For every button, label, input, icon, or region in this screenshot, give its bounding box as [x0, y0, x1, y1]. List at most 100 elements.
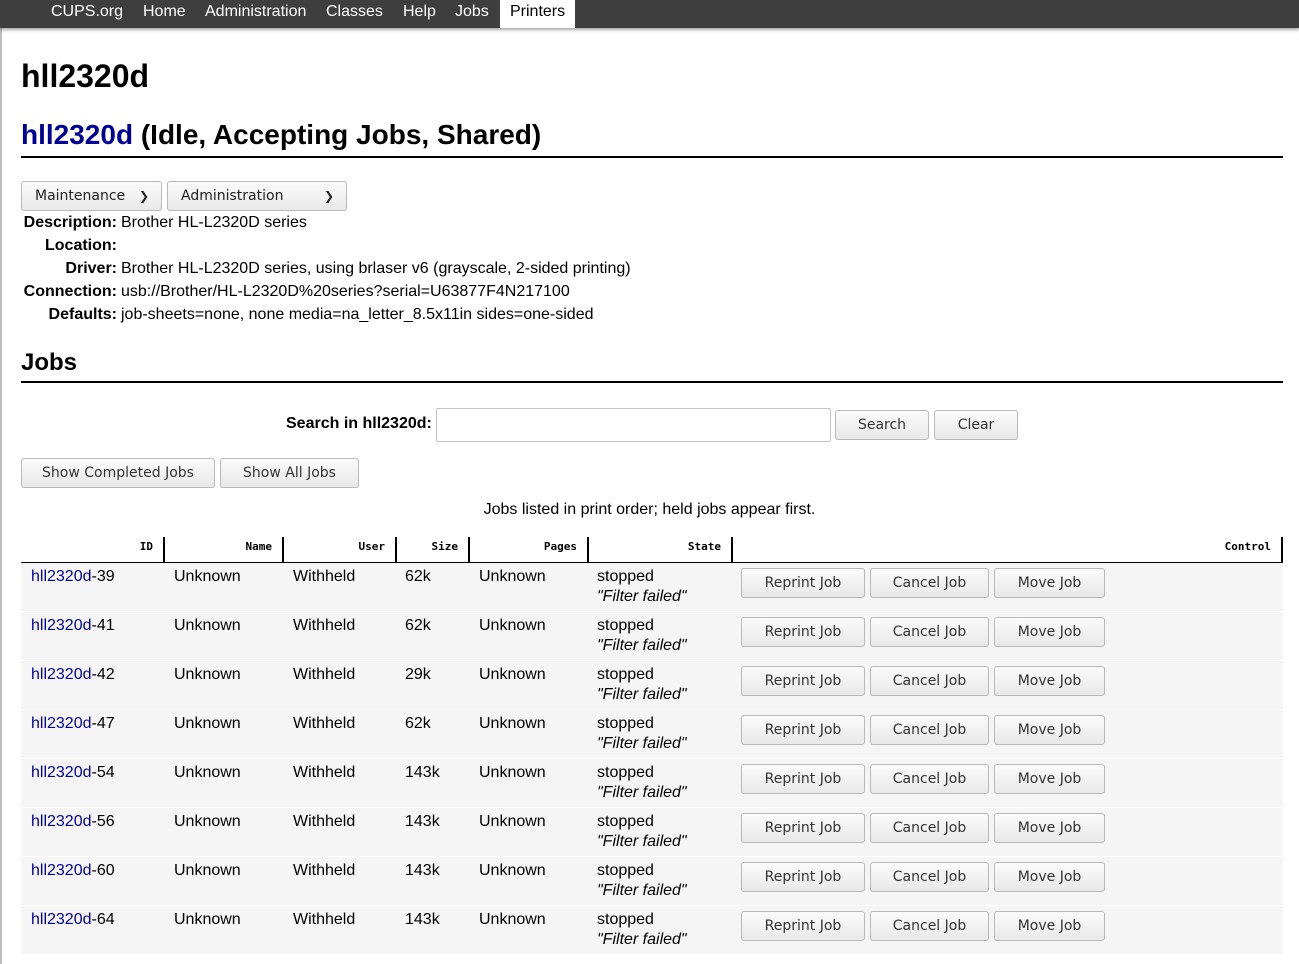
cancel-job-button[interactable]: Cancel Job	[870, 813, 989, 843]
table-row: hll2320d-47 Unknown Withheld 62k Unknown stop…	[21, 710, 1283, 759]
show-all-jobs-button[interactable]: Show All Jobs	[220, 458, 359, 488]
cancel-job-button[interactable]: Cancel Job	[870, 911, 989, 941]
cancel-job-button[interactable]: Cancel Job	[870, 715, 989, 745]
move-job-button[interactable]: Move Job	[994, 617, 1105, 647]
nav-administration[interactable]: Administration	[195, 0, 316, 28]
cancel-job-button[interactable]: Cancel Job	[870, 764, 989, 794]
maintenance-select[interactable]: Maintenance ❯	[21, 181, 162, 211]
search-input[interactable]	[436, 408, 831, 442]
job-state-message: "Filter failed"	[597, 637, 687, 654]
job-user: Withheld	[293, 813, 356, 830]
jobs-heading-rule	[21, 381, 1283, 383]
search-label: Search in hll2320d:	[286, 415, 432, 432]
job-size: 62k	[405, 568, 431, 585]
printer-name-link[interactable]: hll2320d	[21, 119, 133, 150]
reprint-job-button[interactable]: Reprint Job	[741, 568, 865, 598]
job-id-link[interactable]: hll2320d	[31, 715, 92, 732]
job-name: Unknown	[174, 911, 241, 928]
job-pages: Unknown	[479, 813, 546, 830]
move-job-button[interactable]: Move Job	[994, 764, 1105, 794]
reprint-job-button[interactable]: Reprint Job	[741, 764, 865, 794]
job-size: 143k	[405, 862, 440, 879]
column-header-name[interactable]: Name	[165, 537, 284, 563]
info-row-connection: Connection: usb://Brother/HL-L2320D%20se…	[21, 280, 721, 303]
move-job-button[interactable]: Move Job	[994, 813, 1105, 843]
reprint-job-button[interactable]: Reprint Job	[741, 617, 865, 647]
cancel-job-button[interactable]: Cancel Job	[870, 617, 989, 647]
job-id-link[interactable]: hll2320d	[31, 617, 92, 634]
move-job-button[interactable]: Move Job	[994, 862, 1105, 892]
show-completed-jobs-button[interactable]: Show Completed Jobs	[21, 458, 215, 488]
info-row-description: Description: Brother HL-L2320D series	[21, 211, 721, 234]
nav-home[interactable]: Home	[133, 0, 196, 28]
job-id-link[interactable]: hll2320d	[31, 764, 92, 781]
nav-jobs[interactable]: Jobs	[445, 0, 499, 28]
job-pages: Unknown	[479, 715, 546, 732]
column-header-state[interactable]: State	[589, 537, 733, 563]
reprint-job-button[interactable]: Reprint Job	[741, 813, 865, 843]
job-id-link[interactable]: hll2320d	[31, 666, 92, 683]
job-id: hll2320d-56	[31, 812, 115, 832]
job-id-number: -41	[91, 617, 115, 634]
location-label: Location:	[45, 237, 117, 254]
nav-cups-org[interactable]: CUPS.org	[41, 0, 133, 28]
job-name: Unknown	[174, 813, 241, 830]
job-id-link[interactable]: hll2320d	[31, 813, 92, 830]
search-button[interactable]: Search	[835, 410, 929, 440]
job-user: Withheld	[293, 862, 356, 879]
table-row: hll2320d-39 Unknown Withheld 62k Unknown stop…	[21, 563, 1283, 612]
column-header-size[interactable]: Size	[397, 537, 470, 563]
cancel-job-button[interactable]: Cancel Job	[870, 568, 989, 598]
job-name: Unknown	[174, 568, 241, 585]
job-size: 143k	[405, 911, 440, 928]
job-id-number: -47	[91, 715, 115, 732]
column-header-control: Control	[733, 537, 1283, 563]
page-title: hll2320d	[21, 58, 150, 94]
info-row-driver: Driver: Brother HL-L2320D series, using …	[21, 257, 721, 280]
job-id: hll2320d-60	[31, 861, 115, 881]
nav-help[interactable]: Help	[393, 0, 446, 28]
job-state-message: "Filter failed"	[597, 735, 687, 752]
job-id-number: -56	[91, 813, 115, 830]
reprint-job-button[interactable]: Reprint Job	[741, 715, 865, 745]
job-id-link[interactable]: hll2320d	[31, 911, 92, 928]
top-nav: CUPS.org Home Administration Classes Hel…	[0, 0, 1299, 28]
job-state-message: "Filter failed"	[597, 833, 687, 850]
driver-label: Driver:	[65, 260, 117, 277]
printer-heading: hll2320d (Idle, Accepting Jobs, Shared)	[21, 116, 541, 154]
job-id-number: -42	[91, 666, 115, 683]
column-header-id[interactable]: ID	[21, 537, 165, 563]
job-id-link[interactable]: hll2320d	[31, 568, 92, 585]
job-id-link[interactable]: hll2320d	[31, 862, 92, 879]
move-job-button[interactable]: Move Job	[994, 715, 1105, 745]
job-id: hll2320d-64	[31, 910, 115, 930]
jobs-table-header: ID Name User Size Pages State Control	[21, 537, 1283, 563]
job-state-value: stopped	[597, 862, 654, 879]
info-row-defaults: Defaults: job-sheets=none, none media=na…	[21, 303, 721, 326]
printer-heading-rule	[21, 156, 1283, 158]
job-size: 143k	[405, 764, 440, 781]
reprint-job-button[interactable]: Reprint Job	[741, 666, 865, 696]
job-id-number: -60	[91, 862, 115, 879]
clear-button[interactable]: Clear	[934, 410, 1018, 440]
cancel-job-button[interactable]: Cancel Job	[870, 666, 989, 696]
reprint-job-button[interactable]: Reprint Job	[741, 862, 865, 892]
job-state-message: "Filter failed"	[597, 931, 687, 948]
job-name: Unknown	[174, 666, 241, 683]
move-job-button[interactable]: Move Job	[994, 911, 1105, 941]
info-row-location: Location:	[21, 234, 721, 257]
move-job-button[interactable]: Move Job	[994, 568, 1105, 598]
nav-printers[interactable]: Printers	[500, 0, 575, 28]
reprint-job-button[interactable]: Reprint Job	[741, 911, 865, 941]
column-header-user[interactable]: User	[284, 537, 397, 563]
job-state: stopped "Filter failed"	[597, 763, 687, 803]
job-state-message: "Filter failed"	[597, 588, 687, 605]
column-header-pages[interactable]: Pages	[470, 537, 589, 563]
move-job-button[interactable]: Move Job	[994, 666, 1105, 696]
nav-classes[interactable]: Classes	[316, 0, 393, 28]
administration-select[interactable]: Administration ❯	[167, 181, 347, 211]
cancel-job-button[interactable]: Cancel Job	[870, 862, 989, 892]
job-pages: Unknown	[479, 862, 546, 879]
job-state-message: "Filter failed"	[597, 686, 687, 703]
administration-select-value: Administration	[181, 188, 284, 204]
